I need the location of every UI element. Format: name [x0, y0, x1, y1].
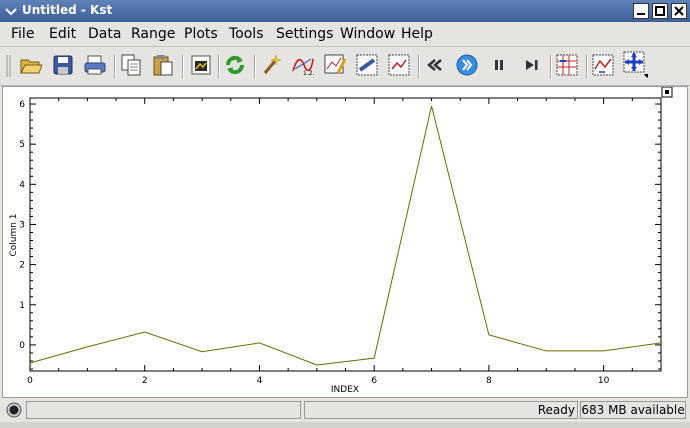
status-progress: [26, 401, 301, 419]
y-axis-label: Column 1: [9, 213, 19, 256]
toolbar-separator: [218, 54, 220, 78]
print-icon: [84, 55, 106, 75]
menu-file[interactable]: File: [11, 26, 34, 42]
plot-area[interactable]: [29, 97, 662, 372]
status-bar: Ready 683 MB available: [0, 398, 690, 422]
status-indicator-icon: [6, 402, 22, 418]
play-button[interactable]: [454, 52, 480, 78]
new-plugin-icon: [388, 54, 410, 76]
toolbar-handle-icon[interactable]: [4, 53, 14, 79]
memory-indicator: 683 MB available: [580, 401, 686, 419]
export-image-button[interactable]: [188, 52, 214, 78]
new-histogram-icon: [356, 54, 378, 76]
window-title: Untitled - Kst: [22, 3, 113, 17]
save-button[interactable]: [50, 52, 76, 78]
x-tick-label: 2: [142, 376, 148, 386]
graph-icon: [592, 54, 614, 76]
menu-plots[interactable]: Plots: [184, 26, 218, 42]
maximize-icon: [655, 6, 665, 16]
zoom-layout-icon: [556, 54, 578, 76]
menu-edit[interactable]: Edit: [49, 26, 76, 42]
menu-bar: File Edit Data Range Plots Tools Setting…: [0, 22, 690, 47]
toolbar-separator: [182, 54, 184, 78]
y-tick-label: 1: [19, 301, 25, 311]
new-histogram-button[interactable]: [354, 52, 380, 78]
window-menu-icon[interactable]: [3, 3, 19, 19]
y-tick-label: 4: [19, 180, 25, 190]
maximize-button[interactable]: [652, 3, 668, 19]
pause-icon: [495, 60, 503, 70]
toolbar-separator: [254, 54, 256, 78]
open-button[interactable]: [18, 52, 44, 78]
menu-help[interactable]: Help: [401, 26, 433, 42]
status-ready-text: Ready: [537, 403, 575, 417]
x-tick-label: 6: [371, 376, 377, 386]
advance-end-icon: [526, 60, 538, 70]
toolbar: 1.2.3: [0, 47, 690, 86]
paste-icon: [153, 55, 173, 76]
save-icon: [53, 55, 73, 75]
copy-button[interactable]: [118, 52, 144, 78]
reload-icon: [225, 55, 245, 75]
menu-range[interactable]: Range: [131, 26, 175, 42]
menu-data[interactable]: Data: [88, 26, 121, 42]
minimize-icon: [637, 13, 645, 15]
y-tick-label: 2: [19, 261, 25, 271]
y-tick-label: 0: [19, 341, 25, 351]
x-tick-label: 4: [257, 376, 263, 386]
toolbar-separator: [114, 54, 116, 78]
x-tick-label: 10: [598, 376, 610, 386]
y-tick-label: 6: [19, 100, 25, 110]
new-plugin-button[interactable]: [386, 52, 412, 78]
menu-settings[interactable]: Settings: [276, 26, 333, 42]
graph-button[interactable]: [590, 52, 616, 78]
toolbar-separator: [418, 54, 420, 78]
open-icon: [20, 59, 43, 74]
zoom-xy-icon: [623, 51, 648, 78]
plot-window[interactable]: 0 2 4 6 8 10 0 1 2 3 4 5 6 INDEX Column 1: [2, 86, 688, 398]
back-icon: [427, 59, 442, 71]
toolbar-separator: [550, 54, 552, 78]
svg-text:1.2.3: 1.2.3: [303, 70, 315, 77]
line-chart[interactable]: 0 2 4 6 8 10 0 1 2 3 4 5 6 INDEX Column 1: [3, 86, 687, 397]
data-wizard-button[interactable]: [258, 52, 284, 78]
new-equation-icon: [324, 54, 347, 74]
plot-menu-icon: [665, 90, 669, 94]
close-button[interactable]: [671, 3, 687, 19]
copy-icon: [121, 54, 141, 76]
toolbar-separator: [586, 54, 588, 78]
menu-tools[interactable]: Tools: [229, 26, 264, 42]
export-image-icon: [191, 55, 211, 75]
back-button[interactable]: [422, 52, 448, 78]
advance-end-button[interactable]: [518, 52, 544, 78]
x-tick-label: 0: [27, 376, 33, 386]
title-bar: Untitled - Kst: [0, 0, 690, 22]
paste-button[interactable]: [150, 52, 176, 78]
zoom-xy-button[interactable]: [622, 51, 648, 78]
status-message: Ready: [304, 401, 578, 419]
window-bottom-border: [0, 422, 690, 428]
x-axis-label: INDEX: [331, 385, 359, 395]
zoom-layout-button[interactable]: [554, 52, 580, 78]
pause-button[interactable]: [486, 52, 512, 78]
y-tick-label: 5: [19, 140, 25, 150]
memory-text: 683 MB available: [581, 403, 685, 417]
print-button[interactable]: [82, 52, 108, 78]
new-equation-button[interactable]: [322, 52, 348, 78]
x-tick-label: 8: [486, 376, 492, 386]
close-icon: [674, 6, 684, 16]
new-curve-icon: 1.2.3: [292, 58, 315, 77]
reload-button[interactable]: [222, 52, 248, 78]
y-tick-label: 3: [19, 220, 25, 230]
menu-window[interactable]: Window: [340, 26, 395, 42]
new-curve-button[interactable]: 1.2.3: [290, 52, 316, 78]
play-icon: [456, 54, 478, 76]
minimize-button[interactable]: [633, 3, 649, 19]
data-wizard-icon: [263, 54, 282, 74]
